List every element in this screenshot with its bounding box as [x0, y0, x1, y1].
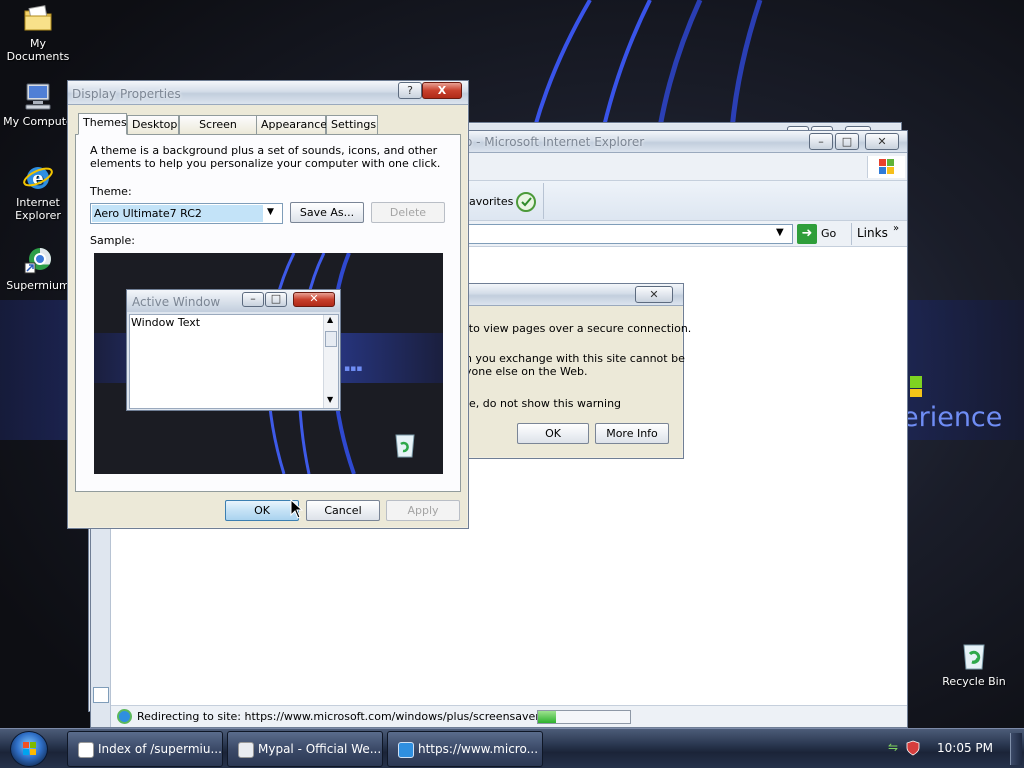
security-message-line2: n you exchange with this site cannot be — [465, 352, 685, 365]
security-alert-dialog: ✕ t to view pages over a secure connecti… — [454, 283, 691, 459]
wallpaper-logo — [906, 376, 934, 404]
start-button[interactable] — [10, 731, 48, 767]
show-desktop-button[interactable] — [1010, 733, 1022, 765]
chevron-down-icon[interactable]: ▼ — [776, 227, 784, 238]
media-icon[interactable] — [515, 191, 537, 213]
sample-label: Sample: — [90, 234, 135, 247]
themes-description: A theme is a background plus a set of so… — [90, 144, 441, 170]
network-icon[interactable]: ⇋ — [888, 740, 902, 754]
security-dialog-title-bar[interactable]: ✕ — [455, 284, 683, 306]
ie-status-bar: Redirecting to site: https://www.microso… — [111, 705, 907, 727]
page-loading-icon — [117, 709, 132, 724]
theme-select-value: Aero Ultimate7 RC2 — [92, 205, 263, 222]
go-label: Go — [821, 227, 837, 240]
close-button[interactable]: ✕ — [865, 133, 899, 150]
delete-button[interactable]: Delete — [371, 202, 445, 223]
minimize-button[interactable]: – — [809, 133, 833, 150]
go-arrow-icon: ➜ — [797, 224, 817, 244]
close-button[interactable]: ✕ — [635, 286, 673, 303]
theme-sample-preview: ▪▪▪ Active Window – □ ✕ Window Text ▲ ▼ — [94, 253, 443, 474]
go-button[interactable]: ➜ Go — [797, 224, 845, 244]
wallpaper-brand-text: erience — [902, 402, 1003, 433]
sample-window-title: Active Window — [132, 295, 221, 309]
maximize-icon: □ — [265, 292, 287, 307]
desktop-icon-recycle-bin[interactable]: Recycle Bin — [936, 640, 1012, 688]
taskbar-button-supermium[interactable]: Index of /supermiu... — [67, 731, 223, 767]
theme-label: Theme: — [90, 185, 132, 198]
folder-icon — [22, 2, 54, 34]
minimize-icon: – — [242, 292, 264, 307]
sample-recycle-bin-icon — [392, 432, 418, 460]
cancel-button[interactable]: Cancel — [306, 500, 380, 521]
desktop-icon-my-documents[interactable]: My Documents — [0, 2, 76, 63]
chevron-right-icon[interactable]: » — [893, 223, 899, 234]
save-as-button[interactable]: Save As... — [290, 202, 364, 223]
help-button[interactable]: ? — [398, 82, 422, 99]
desktop-icon-label: Supermium — [6, 279, 70, 292]
tab-settings[interactable]: Settings — [326, 115, 378, 134]
svg-text:▪▪▪: ▪▪▪ — [344, 364, 362, 374]
security-shield-icon[interactable] — [906, 740, 920, 756]
close-button[interactable]: X — [422, 82, 462, 99]
sample-window-text: Window Text — [131, 316, 201, 329]
ie-page-icon — [93, 687, 109, 703]
taskbar-button-label: Mypal - Official We... — [258, 742, 382, 756]
internet-explorer-icon: e — [22, 161, 54, 193]
supermium-icon — [78, 742, 94, 758]
favorites-button[interactable]: avorites — [469, 195, 513, 208]
tab-themes[interactable]: Themes — [78, 113, 127, 135]
desktop-icon-internet-explorer[interactable]: e Internet Explorer — [0, 161, 76, 222]
sample-window-body: Window Text ▲ ▼ — [129, 314, 339, 409]
ok-button[interactable]: OK — [517, 423, 589, 444]
clock[interactable]: 10:05 PM — [937, 741, 993, 755]
theme-select[interactable]: Aero Ultimate7 RC2 ▼ — [90, 203, 283, 224]
ie-window-title: o - Microsoft Internet Explorer — [465, 135, 645, 149]
maximize-button[interactable]: □ — [835, 133, 859, 150]
tab-desktop[interactable]: Desktop — [127, 115, 179, 134]
close-icon: ✕ — [293, 292, 335, 307]
window-title: Display Properties — [72, 87, 181, 101]
security-message-line3: yone else on the Web. — [465, 365, 588, 378]
status-text: Redirecting to site: https://www.microso… — [137, 710, 569, 723]
chevron-down-icon[interactable]: ▼ — [267, 207, 274, 217]
windows-logo-icon — [23, 742, 36, 755]
desktop-icon-label-line2: Explorer — [15, 209, 61, 222]
taskbar-button-label: Index of /supermiu... — [98, 742, 222, 756]
progress-bar — [537, 710, 631, 724]
system-tray: ⇋ 10:05 PM — [880, 729, 1024, 768]
links-button[interactable]: Links — [857, 226, 888, 240]
themes-tab-panel: A theme is a background plus a set of so… — [75, 134, 461, 492]
taskbar-button-label: https://www.micro... — [418, 742, 539, 756]
desktop-icon-label: My Documents — [6, 37, 70, 63]
progress-fill — [538, 711, 557, 723]
apply-button[interactable]: Apply — [386, 500, 460, 521]
security-message-line1: t to view pages over a secure connection… — [461, 322, 692, 335]
dont-show-warning-label[interactable]: e, do not show this warning — [469, 397, 621, 410]
ok-button[interactable]: OK — [225, 500, 299, 521]
recycle-bin-icon — [958, 640, 990, 672]
windows-flag-icon — [867, 156, 905, 178]
mypal-icon — [238, 742, 254, 758]
taskbar-button-ie[interactable]: https://www.micro... — [387, 731, 543, 767]
taskbar: Index of /supermiu... Mypal - Official W… — [0, 728, 1024, 768]
desktop-icon-label: Recycle Bin — [942, 675, 1006, 688]
display-properties-title-bar[interactable]: Display Properties ? X — [68, 81, 468, 105]
supermium-icon — [22, 244, 54, 276]
more-info-button[interactable]: More Info — [595, 423, 669, 444]
internet-explorer-icon — [398, 742, 414, 758]
desktop-icon-label-line1: Internet — [16, 196, 60, 209]
taskbar-button-mypal[interactable]: Mypal - Official We... — [227, 731, 383, 767]
tab-appearance[interactable]: Appearance — [256, 115, 327, 134]
desktop-icon-supermium[interactable]: Supermium — [0, 244, 76, 292]
tab-screen-saver[interactable]: Screen Saver — [179, 115, 257, 148]
computer-icon — [22, 80, 54, 112]
desktop-icon-my-computer[interactable]: My Compute — [0, 80, 76, 128]
sample-active-window: Active Window – □ ✕ Window Text ▲ ▼ — [126, 289, 341, 411]
desktop-icon-label: My Compute — [3, 115, 73, 128]
sample-scrollbar: ▲ ▼ — [323, 315, 338, 408]
mouse-cursor — [290, 499, 304, 519]
